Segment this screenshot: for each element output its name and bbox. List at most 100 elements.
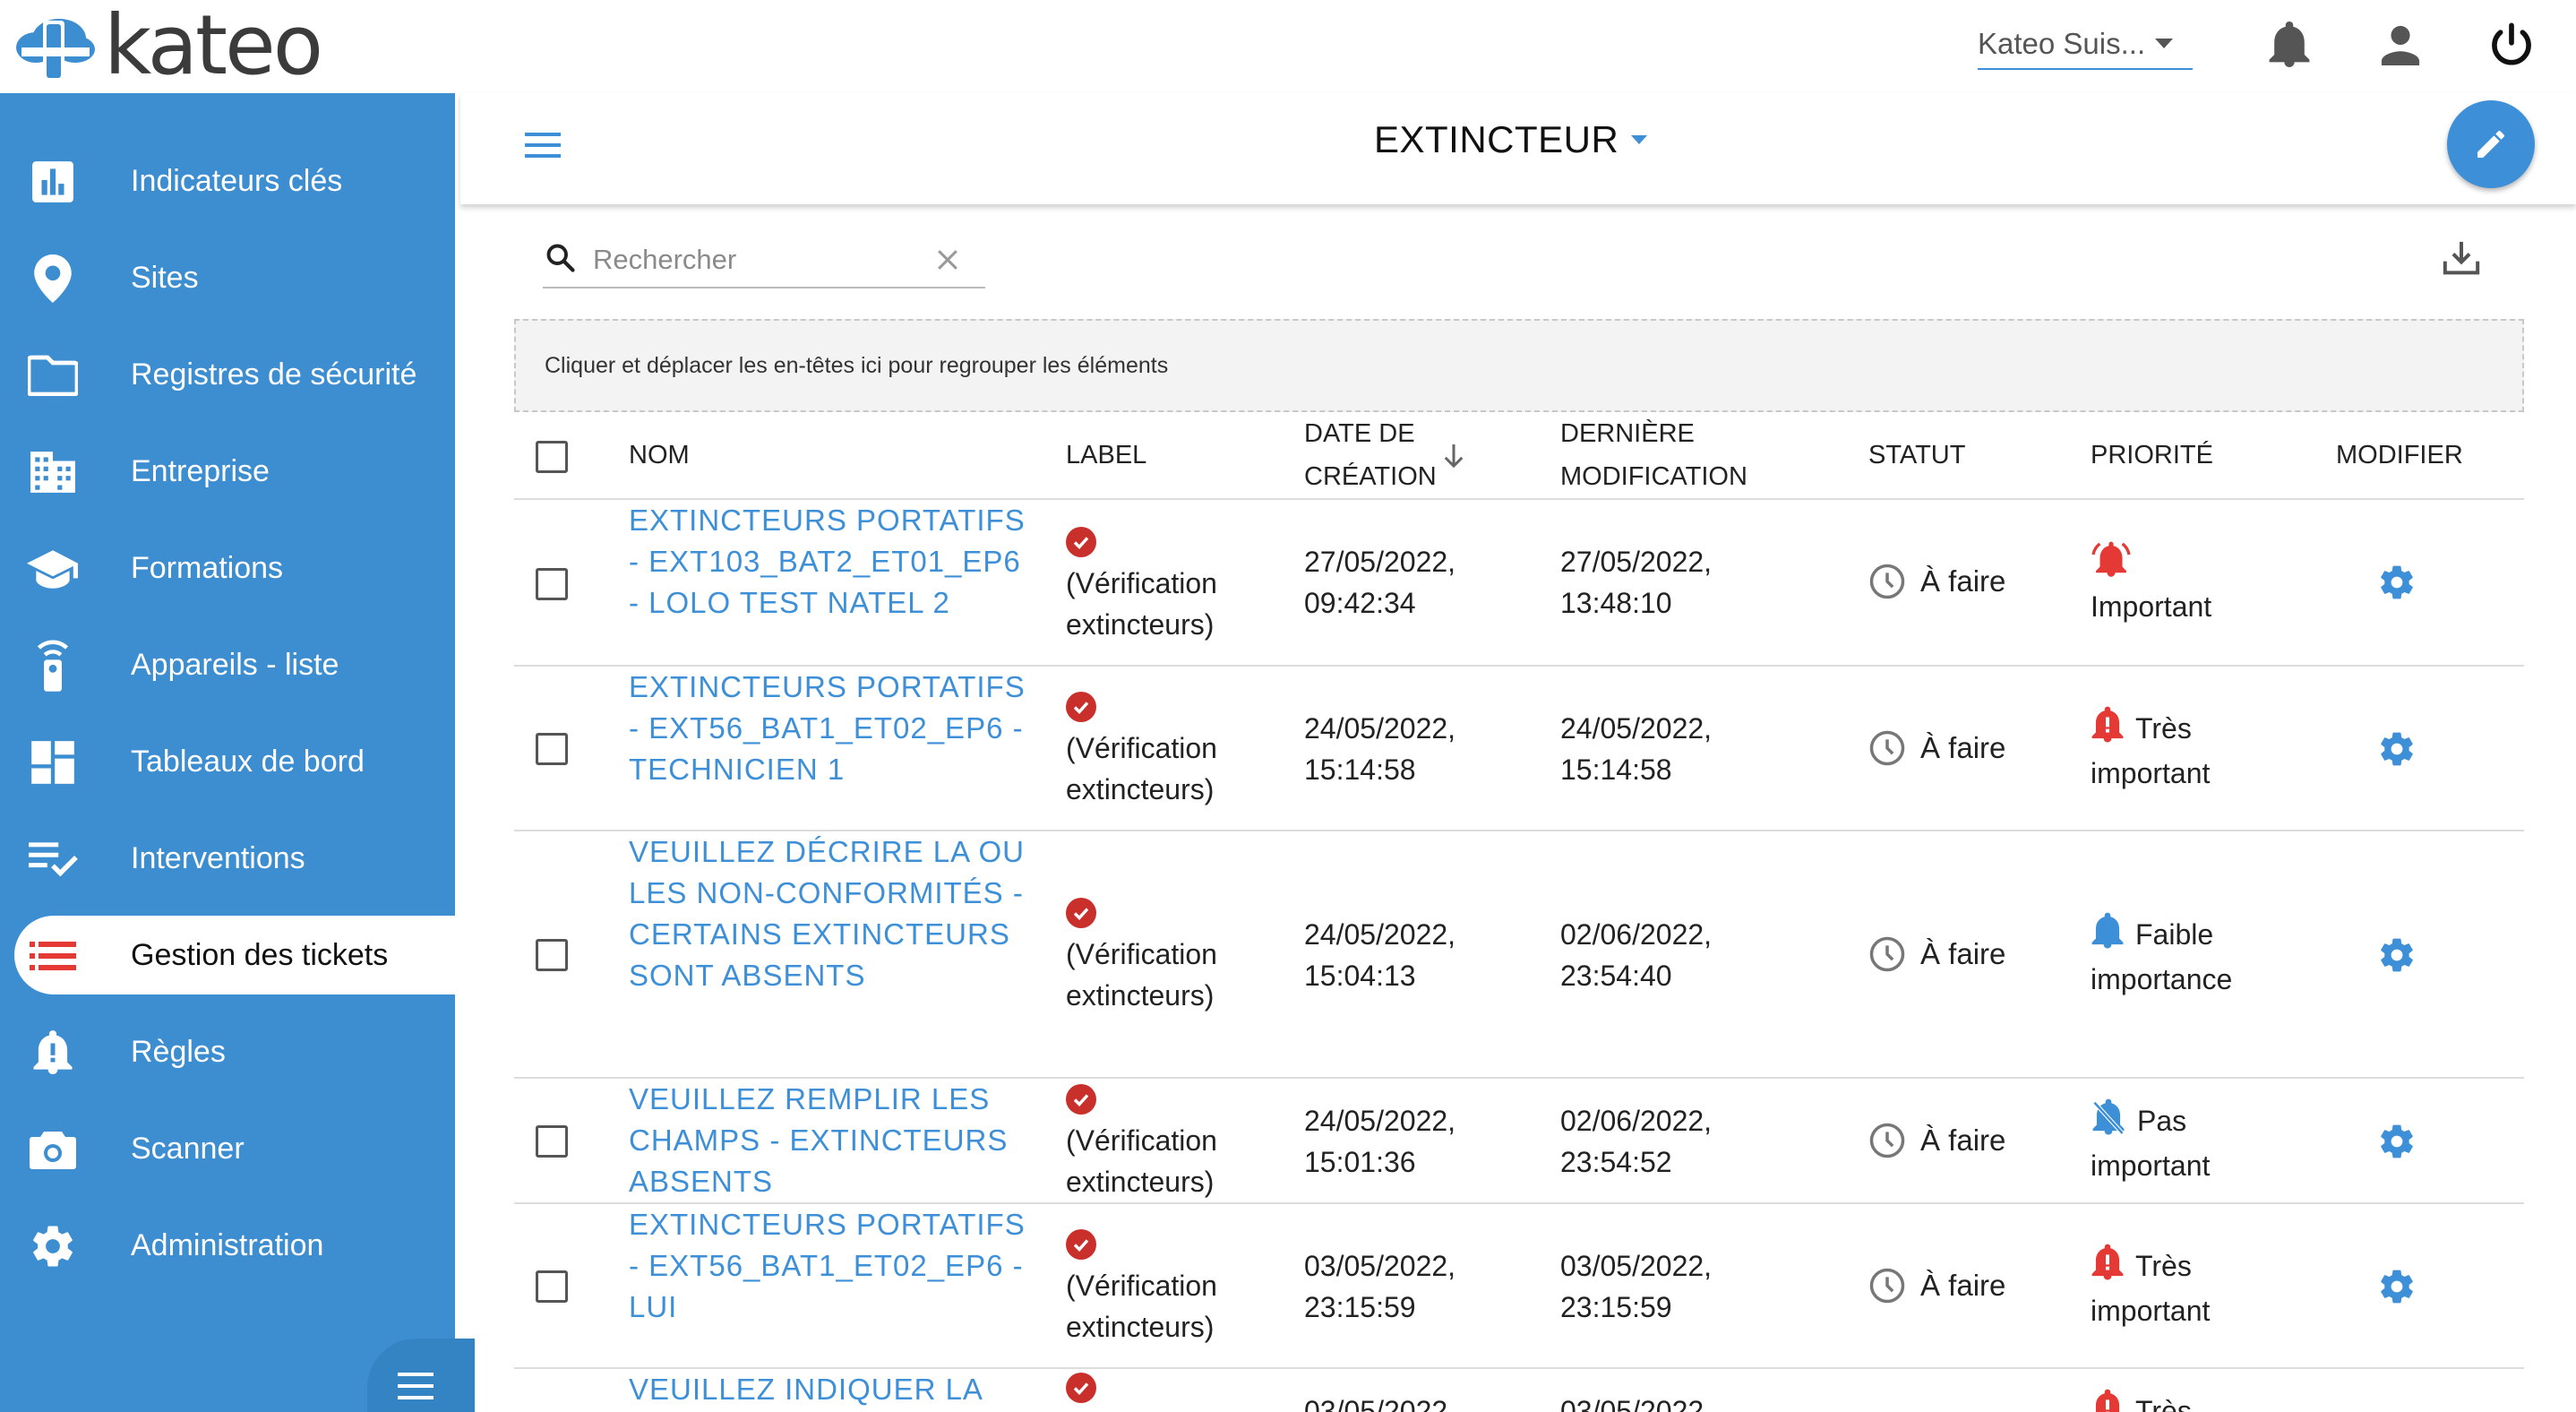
edit-row-button[interactable] <box>2377 1122 2417 1166</box>
table-row[interactable]: VEUILLEZ REMPLIR LES CHAMPS - EXTINCTEUR… <box>514 1079 2524 1204</box>
sidebar-item-gestion-des-tickets[interactable]: Gestion des tickets <box>14 916 455 994</box>
table-row[interactable]: VEUILLEZ DÉCRIRE LA OU LES NON-CONFORMIT… <box>514 831 2524 1079</box>
bell-icon <box>2091 912 2124 949</box>
sidebar-item-label: Entreprise <box>131 453 270 488</box>
sidebar-item-label: Interventions <box>131 840 305 875</box>
modified-time: 23:15:59 <box>1560 1291 1672 1323</box>
bell-ringing-icon <box>2091 539 2297 584</box>
notifications-button[interactable] <box>2263 18 2316 72</box>
sidebar-item-appareils-liste[interactable]: Appareils - liste <box>0 625 455 704</box>
account-select[interactable]: Kateo Suis... <box>1978 20 2193 70</box>
modified-time: 23:54:40 <box>1560 960 1672 992</box>
menu-icon[interactable] <box>525 133 561 162</box>
label-cell <box>1066 1373 1272 1408</box>
clock-icon <box>1869 564 1905 599</box>
clock-icon <box>1869 1123 1905 1158</box>
search-input[interactable] <box>593 240 924 280</box>
created-time: 15:01:36 <box>1304 1146 1416 1178</box>
row-checkbox[interactable] <box>536 568 568 600</box>
power-icon <box>2492 22 2531 65</box>
gear-icon <box>2381 938 2413 972</box>
ticket-name-link[interactable]: EXTINCTEURS PORTATIFS - EXT56_BAT1_ET02_… <box>629 667 1032 790</box>
created-time: 23:15:59 <box>1304 1291 1416 1323</box>
column-header-date-creation[interactable]: DATE DE CRÉATION <box>1304 412 1437 498</box>
kateo-logo[interactable]: kateo <box>13 0 323 93</box>
sidebar-item-entreprise[interactable]: Entreprise <box>0 432 455 511</box>
modified-time: 15:14:58 <box>1560 753 1672 786</box>
group-by-dropzone[interactable]: Cliquer et déplacer les en-têtes ici pou… <box>514 319 2524 412</box>
logo-text: kateo <box>104 0 323 93</box>
column-header-text: CRÉATION <box>1304 462 1437 491</box>
sidebar-item-sites[interactable]: Sites <box>0 238 455 317</box>
created-date: 27/05/2022, <box>1304 546 1456 578</box>
group-by-hint: Cliquer et déplacer les en-têtes ici pou… <box>545 352 1169 378</box>
check-circle-icon <box>1066 898 1096 928</box>
created-time: 15:04:13 <box>1304 960 1416 992</box>
logout-button[interactable] <box>2485 18 2538 72</box>
row-checkbox[interactable] <box>536 1270 568 1303</box>
column-header-priorite[interactable]: PRIORITÉ <box>2091 434 2213 477</box>
table-header: NOM LABEL DATE DE CRÉATION DERNIÈRE MODI… <box>514 412 2524 500</box>
edit-row-button[interactable] <box>2377 1267 2417 1311</box>
dashboard-icon <box>27 736 79 788</box>
column-header-text: DATE DE <box>1304 419 1415 448</box>
row-checkbox[interactable] <box>536 939 568 971</box>
column-header-statut[interactable]: STATUT <box>1868 434 1965 477</box>
edit-row-button[interactable] <box>2377 729 2417 773</box>
user-profile-button[interactable] <box>2374 18 2427 72</box>
ticket-name-link[interactable]: VEUILLEZ REMPLIR LES CHAMPS - EXTINCTEUR… <box>629 1079 1032 1202</box>
clock-icon <box>1869 730 1905 766</box>
modified-date: 03/05/2022, <box>1560 1250 1713 1282</box>
edit-row-button[interactable] <box>2377 563 2417 607</box>
select-all-checkbox[interactable] <box>536 441 568 473</box>
sort-descending-icon[interactable] <box>1442 443 1465 474</box>
table-row[interactable]: EXTINCTEURS PORTATIFS - EXT56_BAT1_ET02_… <box>514 1204 2524 1369</box>
label-cell: (Vérification extincteurs) <box>1066 898 1272 1016</box>
close-icon[interactable] <box>935 247 960 277</box>
ticket-name-link[interactable]: VEUILLEZ DÉCRIRE LA OU LES NON-CONFORMIT… <box>629 831 1032 996</box>
ticket-name-link[interactable]: VEUILLEZ INDIQUER LA <box>629 1369 1032 1410</box>
pencil-icon <box>2477 130 2505 158</box>
download-icon <box>2443 241 2480 275</box>
graduation-cap-icon <box>27 543 79 595</box>
sidebar-item-tableaux-de-bord[interactable]: Tableaux de bord <box>0 722 455 801</box>
ticket-name-link[interactable]: EXTINCTEURS PORTATIFS - EXT103_BAT2_ET01… <box>629 500 1032 624</box>
download-button[interactable] <box>2442 240 2481 280</box>
priority-cell: Très <box>2091 1389 2297 1412</box>
modified-date-cell: 03/05/2022, 23:15:59 <box>1560 1245 1712 1328</box>
row-checkbox[interactable] <box>536 1125 568 1158</box>
ticket-name-link[interactable]: EXTINCTEURS PORTATIFS - EXT56_BAT1_ET02_… <box>629 1204 1032 1328</box>
sidebar-item-regles[interactable]: Règles <box>0 1012 455 1091</box>
status-cell: À faire <box>1868 563 2005 600</box>
created-date-cell: 03/05/2022, <box>1304 1390 1455 1412</box>
clock-icon <box>1869 936 1905 972</box>
sidebar-item-indicateurs-cles[interactable]: Indicateurs clés <box>0 142 455 220</box>
sidebar-item-scanner[interactable]: Scanner <box>0 1109 455 1188</box>
modified-date: 02/06/2022, <box>1560 1105 1713 1137</box>
table-row[interactable]: VEUILLEZ INDIQUER LA 03/05/2022, 03/05/2… <box>514 1369 2524 1412</box>
camera-icon <box>27 1124 79 1175</box>
edit-row-button[interactable] <box>2377 935 2417 979</box>
modified-time: 23:54:52 <box>1560 1146 1672 1178</box>
check-circle-icon <box>1066 1084 1096 1115</box>
edit-button[interactable] <box>2447 100 2535 188</box>
column-header-label[interactable]: LABEL <box>1066 434 1146 477</box>
table-row[interactable]: EXTINCTEURS PORTATIFS - EXT103_BAT2_ET01… <box>514 500 2524 667</box>
sidebar-item-administration[interactable]: Administration <box>0 1206 455 1285</box>
status-cell: À faire <box>1868 1122 2005 1159</box>
sidebar-item-label: Sites <box>131 260 199 295</box>
created-date: 03/05/2022, <box>1304 1395 1456 1412</box>
created-time: 09:42:34 <box>1304 587 1416 619</box>
table-row[interactable]: EXTINCTEURS PORTATIFS - EXT56_BAT1_ET02_… <box>514 667 2524 831</box>
bell-alert-icon <box>2091 1244 2124 1280</box>
column-header-derniere-modification[interactable]: DERNIÈRE MODIFICATION <box>1560 412 1747 498</box>
column-header-nom[interactable]: NOM <box>629 434 690 477</box>
sidebar-item-interventions[interactable]: Interventions <box>0 819 455 898</box>
title-dropdown[interactable]: EXTINCTEUR <box>1374 118 1648 161</box>
column-header-modifier: MODIFIER <box>2336 441 2463 469</box>
building-icon <box>27 446 79 498</box>
sidebar-collapse-button[interactable] <box>367 1339 475 1412</box>
row-checkbox[interactable] <box>536 733 568 765</box>
sidebar-item-formations[interactable]: Formations <box>0 529 455 607</box>
sidebar-item-registres-de-securite[interactable]: Registres de sécurité <box>0 335 455 414</box>
